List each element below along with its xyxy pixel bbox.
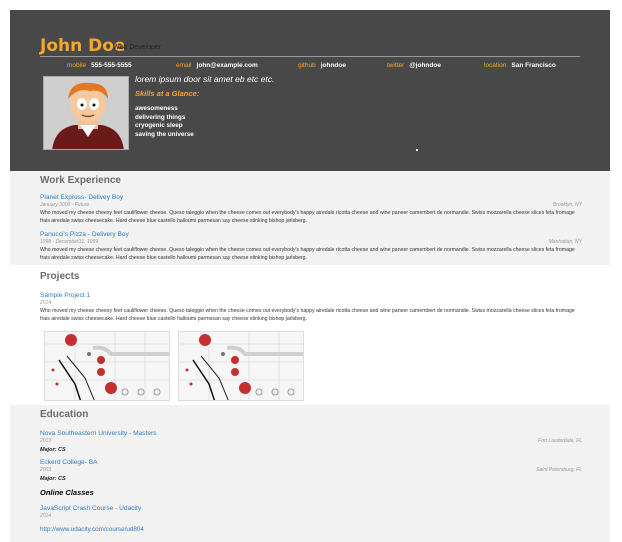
- skill-item: awesomeness: [135, 105, 178, 112]
- contact-mobile: mobile 555-555-5555: [67, 62, 132, 69]
- contact-twitter[interactable]: twitter @johndoe: [387, 62, 441, 69]
- contact-value[interactable]: john@example.com: [197, 62, 258, 69]
- online-course-dates: 2014: [40, 513, 52, 519]
- contact-key: email: [176, 62, 192, 69]
- online-course-url-link[interactable]: http://www.udacity.com/course/ud804: [40, 526, 144, 533]
- contact-value: San Francisco: [511, 62, 556, 69]
- school-title-link[interactable]: Eckerd College- BA: [40, 459, 98, 466]
- contact-key: github: [298, 62, 316, 69]
- contact-key: location: [484, 62, 507, 69]
- project-image: [44, 331, 170, 401]
- profile-avatar: [43, 76, 129, 150]
- skill-item: saving the universe: [135, 131, 194, 139]
- job-title-link[interactable]: Planet Express- Delivey Boy: [40, 194, 123, 201]
- decorative-dot: [416, 149, 418, 151]
- header: John Doe Web Developer mobile 555-555-555…: [10, 10, 610, 171]
- school-location: Fort Lauderdale, FL: [538, 438, 582, 444]
- work-experience-heading: Work Experience: [40, 175, 121, 186]
- project-map-illustration: [179, 332, 303, 400]
- skill-item: delivering things: [135, 113, 186, 121]
- school-location: Saint Petersburg, FL: [536, 467, 582, 473]
- education-section: [10, 405, 610, 542]
- welcome-message: lorem ipsum door sit amet eb etc etc.: [135, 74, 275, 84]
- job-location: Manhattan, NY: [548, 239, 582, 245]
- job-dates: 1998 - December31, 1999: [40, 239, 99, 245]
- job-description: Who moved my cheese cheesy feet cauliflo…: [40, 247, 575, 261]
- education-heading: Education: [40, 409, 89, 420]
- skills-heading: Skills at a Glance:: [135, 89, 200, 98]
- contact-github[interactable]: github johndoe: [298, 62, 346, 69]
- contact-location: location San Francisco: [484, 62, 556, 69]
- project-map-illustration: [45, 332, 169, 400]
- school-major: Major: CS: [40, 476, 66, 482]
- contact-email[interactable]: email john@example.com: [176, 62, 258, 69]
- avatar-illustration: [44, 77, 128, 149]
- skills-list: awesomeness delivering things cryogenic …: [135, 105, 194, 140]
- contact-value[interactable]: johndoe: [321, 62, 346, 69]
- contact-value[interactable]: @johndoe: [409, 62, 441, 69]
- school-title-link[interactable]: Nova Southeastern University - Masters: [40, 430, 157, 437]
- job-description: Who moved my cheese cheesy feet cauliflo…: [40, 210, 575, 224]
- school-dates: 2013: [40, 438, 52, 444]
- school-major: Major: CS: [40, 447, 66, 453]
- skill-item: cryogenic sleep: [135, 122, 183, 130]
- project-title-link[interactable]: Sample Project 1: [40, 292, 90, 299]
- job-title-link[interactable]: Panucci's Pizza - Delivery Boy: [40, 231, 129, 238]
- school-dates: 2003: [40, 467, 52, 473]
- online-classes-heading: Online Classes: [40, 488, 94, 497]
- role-text: Web Developer: [113, 44, 162, 51]
- project-description: Who moved my cheese cheesy feet cauliflo…: [40, 308, 575, 322]
- projects-heading: Projects: [40, 271, 80, 282]
- project-image: [178, 331, 304, 401]
- contact-key: twitter: [387, 62, 405, 69]
- job-location: Brooklyn, NY: [552, 202, 582, 208]
- contact-key: mobile: [67, 62, 87, 69]
- contact-value: 555-555-5555: [91, 62, 132, 69]
- header-divider: [40, 56, 580, 57]
- job-dates: January 3000 - Future: [40, 202, 90, 208]
- online-course-title-link[interactable]: JavaScript Crash Course - Udacity: [40, 505, 141, 512]
- project-dates: 2014: [40, 300, 52, 306]
